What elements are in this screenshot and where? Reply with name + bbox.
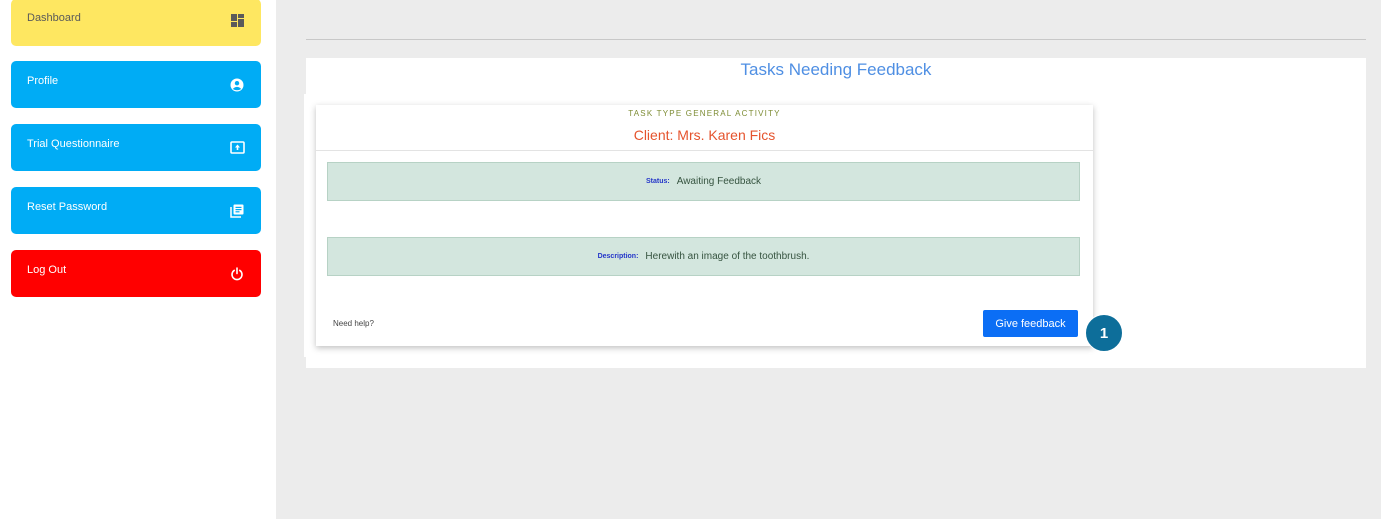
sidebar-item-log-out[interactable]: Log Out — [11, 250, 261, 297]
description-key: Description: — [597, 253, 639, 260]
sidebar-item-dashboard[interactable]: Dashboard — [11, 0, 261, 46]
panel-edge — [304, 94, 306, 357]
status-value: Awaiting Feedback — [676, 176, 762, 187]
give-feedback-button[interactable]: Give feedback — [983, 310, 1078, 337]
description-box: Description: Herewith an image of the to… — [327, 237, 1080, 276]
task-card: TASK TYPE GENERAL ACTIVITY Client: Mrs. … — [316, 105, 1093, 346]
page-title: Tasks Needing Feedback — [740, 60, 932, 79]
status-key: Status: — [645, 178, 670, 185]
library-books-icon — [229, 203, 245, 219]
sidebar-item-profile[interactable]: Profile — [11, 61, 261, 108]
card-divider — [316, 150, 1093, 151]
dashboard-icon — [229, 13, 245, 29]
header-divider — [306, 39, 1366, 40]
sidebar-item-trial-questionnaire[interactable]: Trial Questionnaire — [11, 124, 261, 171]
sidebar-item-label: Reset Password — [27, 201, 108, 213]
description-value: Herewith an image of the toothbrush. — [645, 251, 810, 262]
power-icon — [229, 266, 245, 282]
account-circle-icon — [229, 77, 245, 93]
sidebar: Dashboard Profile Trial Questionnaire Re… — [0, 0, 276, 519]
sidebar-item-label: Trial Questionnaire — [27, 138, 120, 150]
sidebar-item-label: Dashboard — [27, 12, 81, 24]
step-badge: 1 — [1085, 314, 1123, 352]
upload-box-icon — [229, 140, 245, 156]
task-type-label: TASK TYPE GENERAL ACTIVITY — [628, 109, 781, 118]
status-box: Status: Awaiting Feedback — [327, 162, 1080, 201]
sidebar-item-label: Profile — [27, 75, 59, 87]
sidebar-item-label: Log Out — [27, 264, 67, 276]
client-name: Client: Mrs. Karen Fics — [633, 127, 776, 143]
need-help-link[interactable]: Need help? — [333, 319, 374, 328]
sidebar-item-reset-password[interactable]: Reset Password — [11, 187, 261, 234]
